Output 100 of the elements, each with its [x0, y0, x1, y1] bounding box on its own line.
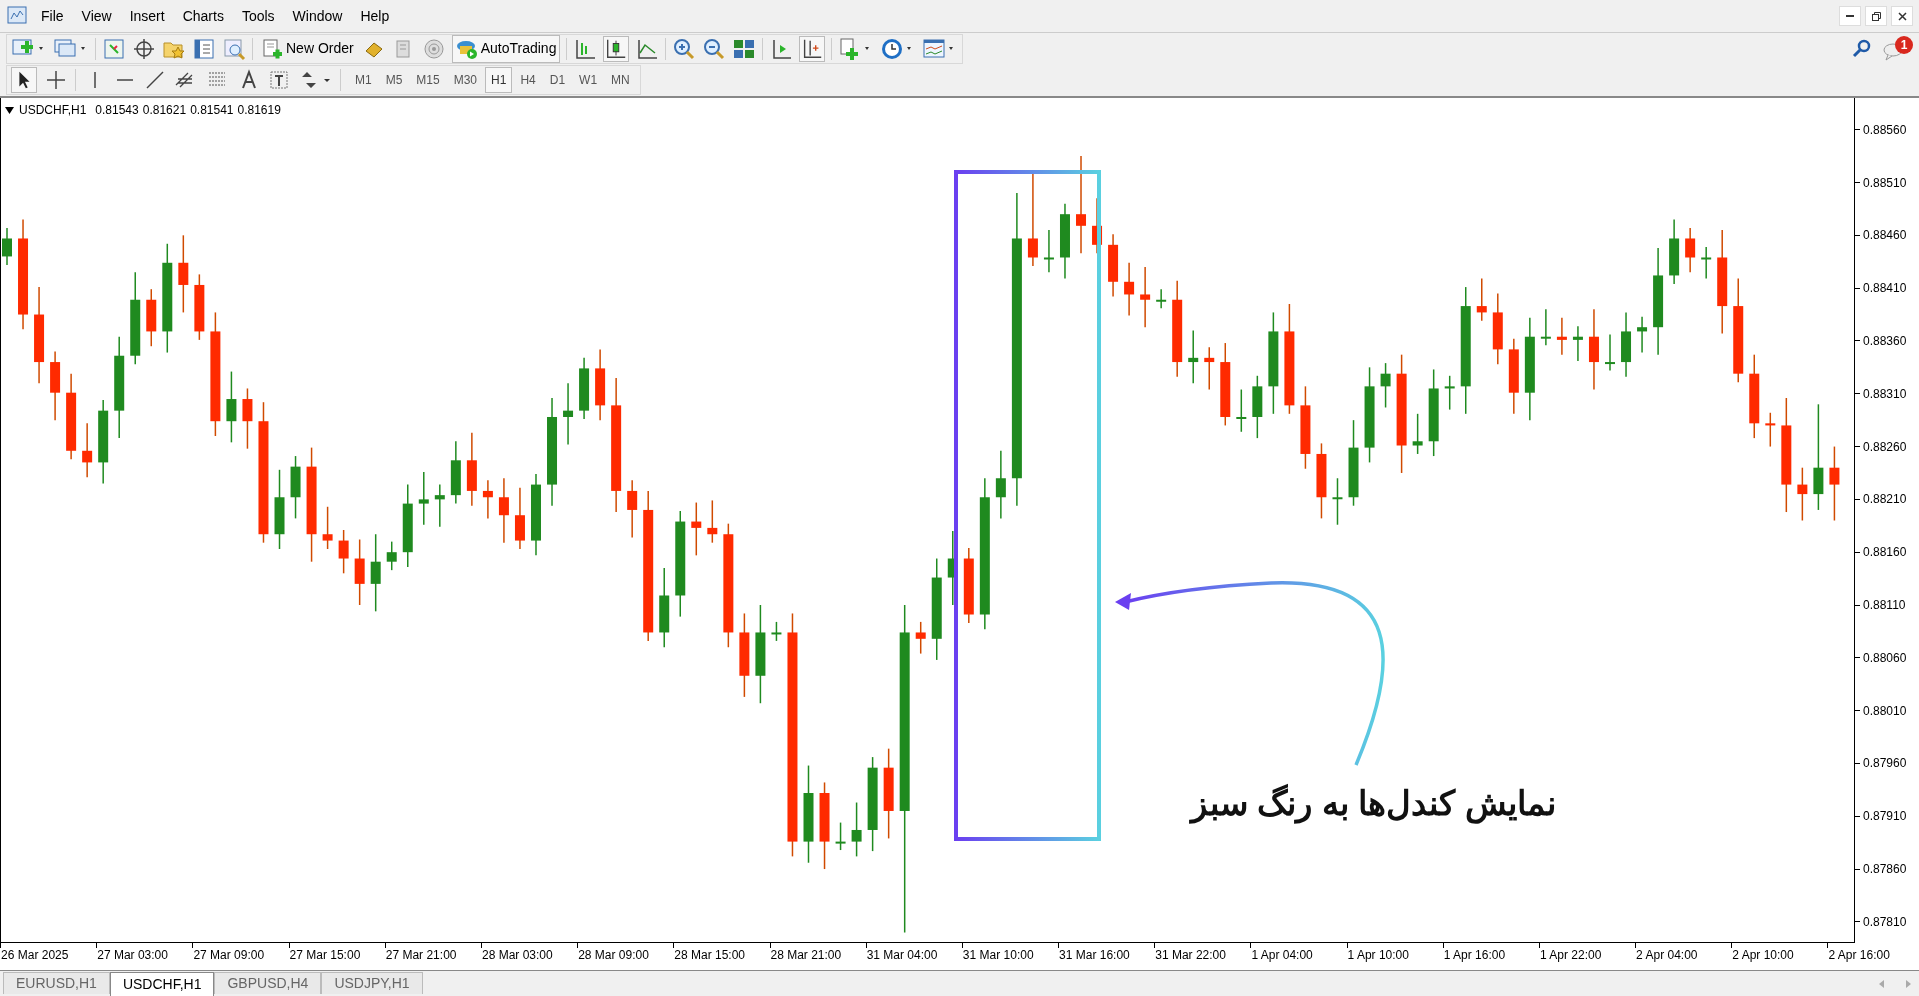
app-icon — [6, 5, 28, 27]
candlestick — [995, 450, 1006, 520]
price-value: 0.81541 — [190, 102, 234, 119]
minimize-button[interactable] — [1839, 6, 1861, 26]
document-plus-icon — [261, 37, 283, 60]
price-label: 0.88160 — [1863, 545, 1907, 560]
candlestick — [178, 234, 189, 314]
candlestick — [434, 483, 445, 528]
candlestick — [1043, 229, 1054, 274]
menu-item[interactable]: Window — [283, 5, 352, 27]
search-icon[interactable] — [1851, 37, 1873, 60]
close-icon — [1897, 11, 1907, 21]
timeframe-button[interactable]: M1 — [349, 67, 378, 93]
timeframe-button[interactable]: M30 — [447, 67, 484, 93]
price-value: 0.81621 — [142, 102, 187, 119]
timeframe-button[interactable]: H4 — [514, 67, 542, 93]
candlestick — [1685, 227, 1696, 274]
candlestick — [771, 621, 782, 642]
candlestick — [563, 382, 574, 446]
price-label: 0.87860 — [1863, 862, 1907, 877]
menu-item[interactable]: Insert — [120, 5, 174, 27]
candlestick — [1380, 362, 1391, 409]
timeframe-button[interactable]: H1 — [485, 67, 513, 93]
time-label: 31 Mar 16:00 — [1059, 948, 1130, 962]
price-label: 0.87960 — [1863, 756, 1907, 771]
price-label: 0.87810 — [1863, 914, 1907, 929]
time-label: 26 Mar 2025 — [1, 948, 69, 962]
candlestick — [322, 506, 333, 550]
price-label: 0.88510 — [1863, 175, 1907, 190]
menu-item[interactable]: View — [72, 5, 121, 27]
cursor-icon[interactable] — [11, 67, 37, 93]
time-label: 27 Mar 03:00 — [97, 948, 168, 962]
candlestick — [915, 621, 926, 655]
time-label: 1 Apr 16:00 — [1443, 948, 1506, 962]
crosshair-icon[interactable] — [132, 36, 156, 61]
chart-tab[interactable]: GBPUSD,H4 — [214, 972, 322, 994]
new-order-button[interactable]: New Order — [259, 35, 356, 62]
price-label: 0.88010 — [1863, 703, 1907, 718]
candlestick — [370, 533, 381, 613]
time-label: 28 Mar 21:00 — [770, 948, 842, 962]
candlestick — [242, 387, 253, 450]
time-label: 2 Apr 16:00 — [1828, 948, 1890, 962]
price-label: 0.88260 — [1863, 439, 1907, 454]
candlestick — [1797, 466, 1808, 522]
timeframe-button[interactable]: D1 — [543, 67, 572, 93]
candlestick — [691, 501, 702, 557]
menu-item[interactable]: Help — [351, 5, 399, 27]
text-label-icon[interactable] — [268, 69, 290, 91]
candlestick — [1156, 288, 1167, 309]
crosshair-icon[interactable] — [45, 69, 67, 91]
candlestick — [386, 540, 397, 571]
timeframe-button[interactable]: W1 — [573, 67, 604, 93]
menu-item[interactable]: Charts — [173, 5, 233, 27]
candlestick — [482, 479, 493, 520]
candlestick — [1572, 325, 1583, 362]
candlestick — [707, 499, 718, 544]
candlestick — [1701, 246, 1712, 280]
candlestick — [835, 821, 846, 851]
minimize-icon — [1846, 15, 1854, 17]
time-label: 27 Mar 09:00 — [193, 948, 265, 962]
chart-tab[interactable]: USDJPY,H1 — [321, 972, 423, 994]
chart-tab[interactable]: EURUSD,H1 — [3, 972, 110, 994]
candlestick — [1637, 315, 1648, 354]
menu-item[interactable]: Tools — [232, 5, 284, 27]
time-label: 28 Mar 09:00 — [578, 948, 649, 962]
menu-item[interactable]: File — [32, 5, 73, 27]
candlestick — [1476, 277, 1487, 322]
timeframe-button[interactable]: MN — [605, 67, 636, 93]
close-button[interactable] — [1891, 6, 1913, 26]
candlestick — [82, 422, 93, 478]
candlestick — [1540, 308, 1551, 346]
candlestick — [226, 370, 237, 444]
candlestick — [418, 471, 429, 526]
zoom-out-icon[interactable] — [702, 36, 727, 61]
trend-line-icon[interactable] — [144, 69, 166, 91]
candlestick — [851, 801, 862, 858]
price-label: 0.88410 — [1863, 281, 1907, 296]
zoom-in-icon[interactable] — [672, 36, 697, 61]
chart-shift-icon[interactable] — [799, 35, 826, 62]
candlestick — [2, 227, 12, 266]
price-label: 0.88210 — [1863, 492, 1907, 507]
chart-symbol: USDCHF,H1 — [19, 102, 87, 119]
timeframe-button[interactable]: M5 — [379, 67, 409, 93]
candlestick — [1027, 171, 1038, 267]
auto-trading-button[interactable]: AutoTrading — [451, 34, 561, 63]
candlestick — [1140, 266, 1151, 328]
chart-tab[interactable]: USDCHF,H1 — [109, 972, 215, 996]
timeframe-button[interactable]: M15 — [410, 67, 446, 93]
navigator-icon[interactable] — [192, 36, 216, 61]
candlestick — [1124, 262, 1135, 317]
restore-button[interactable] — [1865, 6, 1887, 26]
time-label: 1 Apr 10:00 — [1347, 948, 1409, 962]
candlestick — [1605, 333, 1615, 372]
time-label: 28 Mar 15:00 — [674, 948, 746, 962]
candlestick — [627, 479, 638, 539]
price-value: 0.81543 — [95, 102, 139, 119]
time-label: 28 Mar 03:00 — [481, 948, 553, 962]
price-label: 0.88560 — [1863, 122, 1907, 137]
candlestick-chart-icon[interactable] — [603, 35, 630, 62]
dropdown-triangle-icon[interactable] — [5, 106, 14, 114]
